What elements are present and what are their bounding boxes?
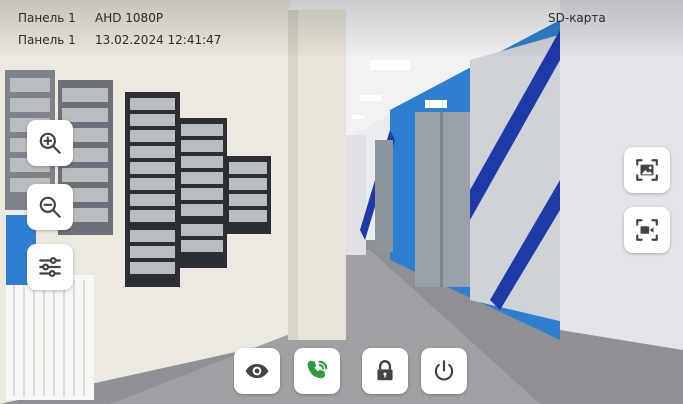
hallway-scene	[0, 0, 683, 404]
storage-indicator: SD-карта	[548, 11, 606, 25]
datetime-line: Панель 1 13.02.2024 12:41:47	[18, 33, 221, 47]
unlock-button[interactable]	[362, 348, 408, 394]
call-button[interactable]	[294, 348, 340, 394]
image-icon	[634, 157, 660, 183]
record-button[interactable]	[624, 207, 670, 253]
zoom-out-icon	[37, 194, 63, 220]
video-camera-icon	[634, 217, 660, 243]
panel-label: Панель 1	[18, 33, 76, 47]
image-settings-button[interactable]	[27, 244, 73, 290]
hang-up-button[interactable]	[421, 348, 467, 394]
snapshot-button[interactable]	[624, 147, 670, 193]
video-format: AHD 1080P	[95, 11, 164, 25]
phone-call-icon	[304, 358, 330, 384]
status-overlay	[0, 0, 683, 56]
channel-info-line: Панель 1 AHD 1080P	[18, 11, 163, 25]
datetime-value: 13.02.2024 12:41:47	[95, 33, 222, 47]
intercom-screen: Панель 1 AHD 1080P Панель 1 13.02.2024 12:…	[0, 0, 683, 404]
view-button[interactable]	[234, 348, 280, 394]
camera-feed	[0, 0, 683, 404]
power-icon	[431, 358, 457, 384]
zoom-in-icon	[37, 130, 63, 156]
zoom-in-button[interactable]	[27, 120, 73, 166]
zoom-out-button[interactable]	[27, 184, 73, 230]
eye-icon	[244, 358, 270, 384]
panel-label: Панель 1	[18, 11, 76, 25]
lock-icon	[372, 358, 398, 384]
sliders-icon	[37, 254, 63, 280]
